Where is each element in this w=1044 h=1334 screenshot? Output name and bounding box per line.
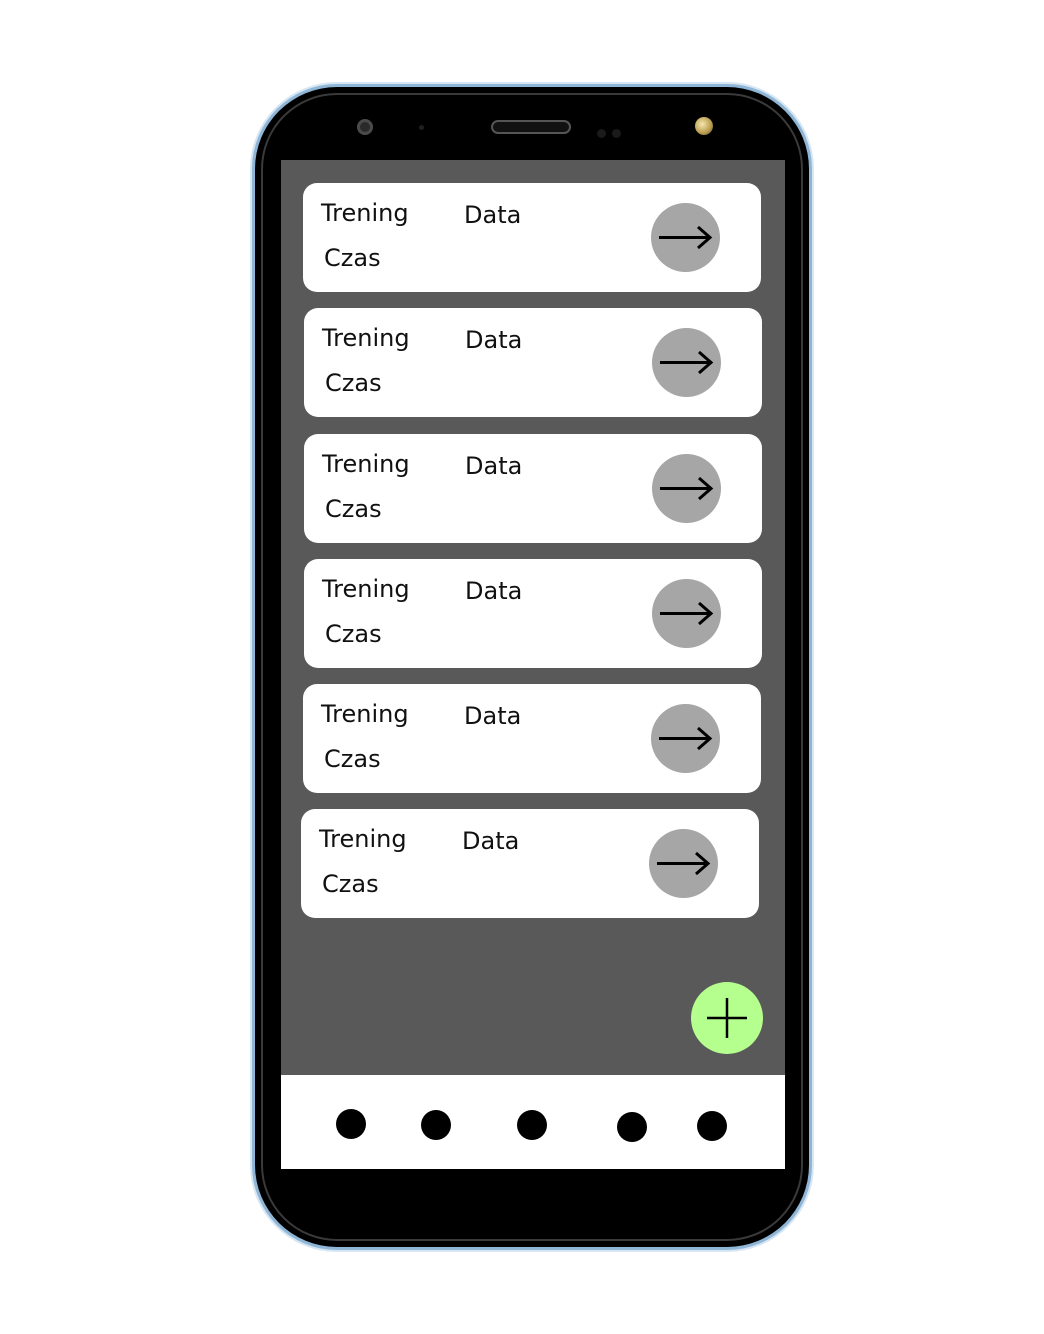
training-name: Trening <box>321 700 409 728</box>
open-training-button[interactable] <box>652 328 721 397</box>
nav-item-2-icon[interactable] <box>421 1110 451 1140</box>
arrow-right-icon <box>659 726 713 751</box>
training-time: Czas <box>324 244 381 272</box>
nav-item-1-icon[interactable] <box>336 1109 366 1139</box>
arrow-right-icon <box>660 476 714 501</box>
training-name: Trening <box>322 450 410 478</box>
training-name: Trening <box>322 324 410 352</box>
arrow-right-icon <box>660 601 714 626</box>
training-time: Czas <box>325 369 382 397</box>
bottom-navigation <box>281 1075 785 1169</box>
open-training-button[interactable] <box>649 829 718 898</box>
proximity-sensors <box>597 123 627 138</box>
training-date: Data <box>464 702 522 730</box>
earpiece-speaker <box>491 120 571 134</box>
open-training-button[interactable] <box>652 454 721 523</box>
nav-item-3-icon[interactable] <box>517 1110 547 1140</box>
flash-icon <box>695 117 713 135</box>
training-card[interactable]: Trening Data Czas <box>301 809 759 918</box>
training-card[interactable]: Trening Data Czas <box>304 308 762 417</box>
training-date: Data <box>462 827 520 855</box>
nav-item-5-icon[interactable] <box>697 1111 727 1141</box>
open-training-button[interactable] <box>651 203 720 272</box>
training-card[interactable]: Trening Data Czas <box>303 183 761 292</box>
training-name: Trening <box>322 575 410 603</box>
open-training-button[interactable] <box>652 579 721 648</box>
training-date: Data <box>465 577 523 605</box>
arrow-right-icon <box>657 851 711 876</box>
arrow-right-icon <box>659 225 713 250</box>
training-name: Trening <box>321 199 409 227</box>
plus-icon <box>707 998 747 1038</box>
training-card[interactable]: Trening Data Czas <box>303 684 761 793</box>
nav-item-4-icon[interactable] <box>617 1112 647 1142</box>
training-time: Czas <box>322 870 379 898</box>
arrow-right-icon <box>660 350 714 375</box>
training-time: Czas <box>325 495 382 523</box>
training-date: Data <box>465 452 523 480</box>
training-name: Trening <box>319 825 407 853</box>
training-card[interactable]: Trening Data Czas <box>304 559 762 668</box>
training-card[interactable]: Trening Data Czas <box>304 434 762 543</box>
open-training-button[interactable] <box>651 704 720 773</box>
training-date: Data <box>464 201 522 229</box>
training-time: Czas <box>324 745 381 773</box>
training-date: Data <box>465 326 523 354</box>
sensor-icon <box>419 125 424 130</box>
front-camera-icon <box>357 119 373 135</box>
add-training-button[interactable] <box>691 982 763 1054</box>
training-time: Czas <box>325 620 382 648</box>
